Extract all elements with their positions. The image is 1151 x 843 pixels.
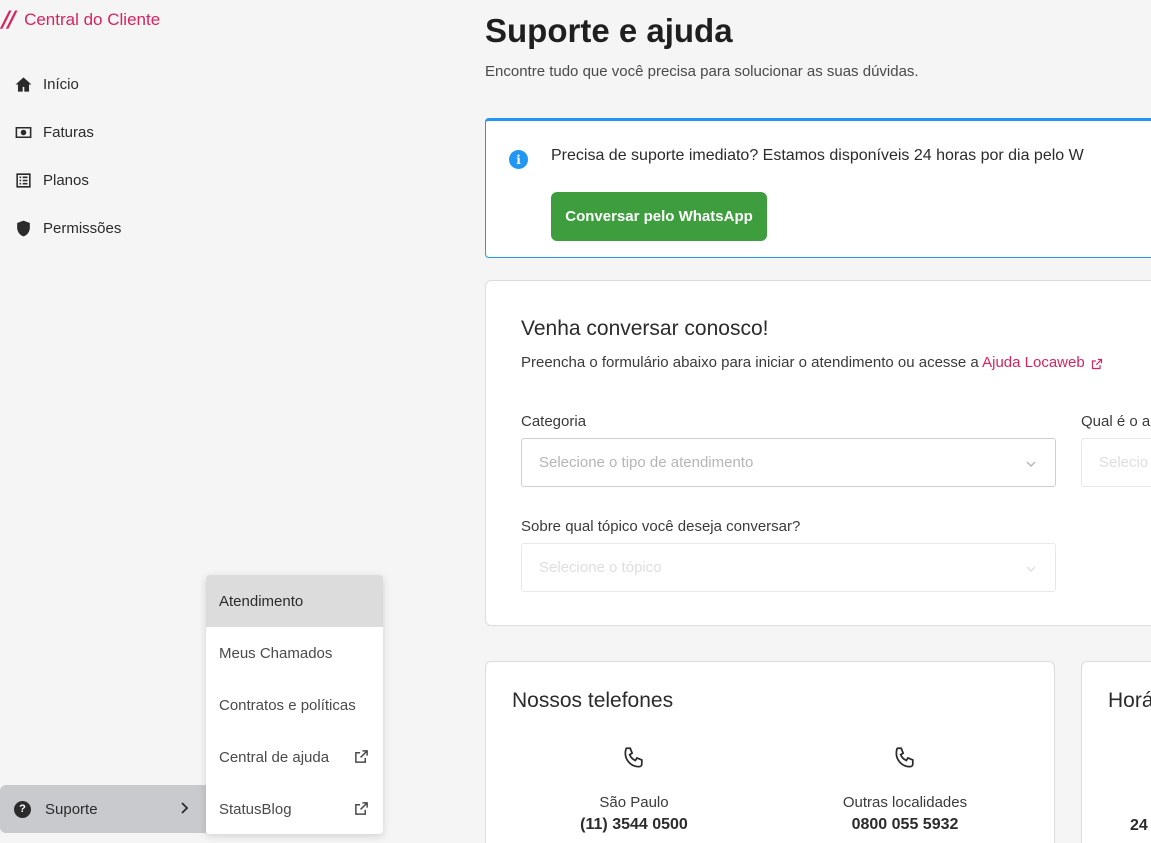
ajuda-locaweb-link[interactable]: Ajuda Locaweb bbox=[982, 354, 1085, 371]
submenu-item-label: StatusBlog bbox=[219, 800, 292, 818]
nav-item-label: Permissões bbox=[43, 219, 122, 237]
phone-location: Outras localidades bbox=[842, 794, 968, 811]
submenu-item-label: Central de ajuda bbox=[219, 748, 330, 766]
shield-icon bbox=[13, 218, 33, 238]
phone-location: São Paulo bbox=[599, 794, 669, 811]
second-placeholder: Selecio bbox=[1099, 454, 1149, 471]
brand[interactable]: // Central do Cliente bbox=[0, 7, 161, 33]
chevron-right-icon bbox=[176, 800, 192, 816]
external-link-icon bbox=[1091, 357, 1103, 370]
phone-entry: Outras localidades 0800 055 5932 bbox=[795, 744, 1015, 834]
submenu-item-meus-chamados[interactable]: Meus Chamados bbox=[206, 627, 383, 679]
alert-message: Precisa de suporte imediato? Estamos dis… bbox=[551, 147, 1084, 164]
nav-item-permissoes[interactable]: Permissões bbox=[0, 204, 230, 252]
external-link-icon bbox=[354, 801, 369, 816]
submenu-item-statusblog[interactable]: StatusBlog bbox=[206, 783, 383, 834]
contact-form-card: Venha conversar conosco! Preencha o form… bbox=[485, 280, 1151, 626]
contact-form-description: Preencha o formulário abaixo para inicia… bbox=[521, 354, 1103, 371]
hours-title: Horá bbox=[1108, 689, 1151, 712]
submenu-item-central-de-ajuda[interactable]: Central de ajuda bbox=[206, 731, 383, 783]
home-icon bbox=[13, 74, 33, 94]
main-content: Suporte e ajuda Encontre tudo que você p… bbox=[450, 0, 1151, 843]
hours-value: 24 bbox=[1130, 817, 1148, 834]
hours-card: Horá 24 bbox=[1081, 661, 1151, 843]
phone-icon bbox=[892, 744, 918, 772]
description-text: Preencha o formulário abaixo para inicia… bbox=[521, 354, 983, 371]
support-submenu: Atendimento Meus Chamados Contratos e po… bbox=[206, 575, 383, 834]
phone-number[interactable]: 0800 055 5932 bbox=[795, 816, 1015, 834]
invoice-icon: $ bbox=[13, 122, 33, 142]
page-title: Suporte e ajuda bbox=[485, 12, 733, 49]
topic-select[interactable]: Selecione o tópico bbox=[521, 543, 1056, 592]
support-menu-button[interactable]: ? Suporte bbox=[0, 785, 206, 833]
phones-card: Nossos telefones São Paulo (11) 3544 050… bbox=[485, 661, 1055, 843]
submenu-item-contratos[interactable]: Contratos e políticas bbox=[206, 679, 383, 731]
list-icon bbox=[13, 170, 33, 190]
contact-form-title: Venha conversar conosco! bbox=[521, 317, 769, 340]
nav-item-planos[interactable]: Planos bbox=[0, 156, 230, 204]
help-circle-icon: ? bbox=[14, 800, 31, 818]
submenu-item-label: Meus Chamados bbox=[219, 644, 333, 662]
external-link-icon bbox=[354, 749, 369, 764]
whatsapp-alert: i Precisa de suporte imediato? Estamos d… bbox=[485, 118, 1151, 258]
phone-entry: São Paulo (11) 3544 0500 bbox=[524, 744, 744, 834]
phones-title: Nossos telefones bbox=[512, 689, 674, 712]
nav-item-label: Planos bbox=[43, 171, 89, 189]
category-select[interactable]: Selecione o tipo de atendimento bbox=[521, 438, 1056, 487]
phone-number[interactable]: (11) 3544 0500 bbox=[524, 816, 744, 834]
topic-placeholder: Selecione o tópico bbox=[539, 559, 662, 576]
submenu-item-label: Atendimento bbox=[219, 592, 304, 610]
second-field-label: Qual é o a bbox=[1081, 413, 1151, 430]
svg-text:$: $ bbox=[21, 130, 24, 136]
submenu-item-atendimento[interactable]: Atendimento bbox=[206, 575, 383, 627]
phone-icon bbox=[621, 744, 647, 772]
topic-label: Sobre qual tópico você deseja conversar? bbox=[521, 518, 801, 535]
nav-item-inicio[interactable]: Início bbox=[0, 60, 230, 108]
support-label: Suporte bbox=[45, 800, 98, 818]
info-icon: i bbox=[509, 150, 528, 169]
nav-item-label: Faturas bbox=[43, 123, 94, 141]
whatsapp-button[interactable]: Conversar pelo WhatsApp bbox=[551, 192, 767, 241]
category-label: Categoria bbox=[521, 413, 587, 430]
nav-item-faturas[interactable]: $ Faturas bbox=[0, 108, 230, 156]
main-nav: Início $ Faturas Planos Permissões bbox=[0, 60, 230, 252]
category-placeholder: Selecione o tipo de atendimento bbox=[539, 454, 754, 471]
page-subtitle: Encontre tudo que você precisa para solu… bbox=[485, 63, 919, 80]
submenu-item-label: Contratos e políticas bbox=[219, 696, 356, 714]
brand-logo: // bbox=[2, 7, 16, 33]
chevron-down-icon bbox=[1025, 562, 1037, 574]
brand-title: Central do Cliente bbox=[24, 10, 161, 29]
chevron-down-icon bbox=[1025, 457, 1037, 469]
second-select[interactable]: Selecio bbox=[1081, 438, 1151, 487]
nav-item-label: Início bbox=[43, 75, 79, 93]
